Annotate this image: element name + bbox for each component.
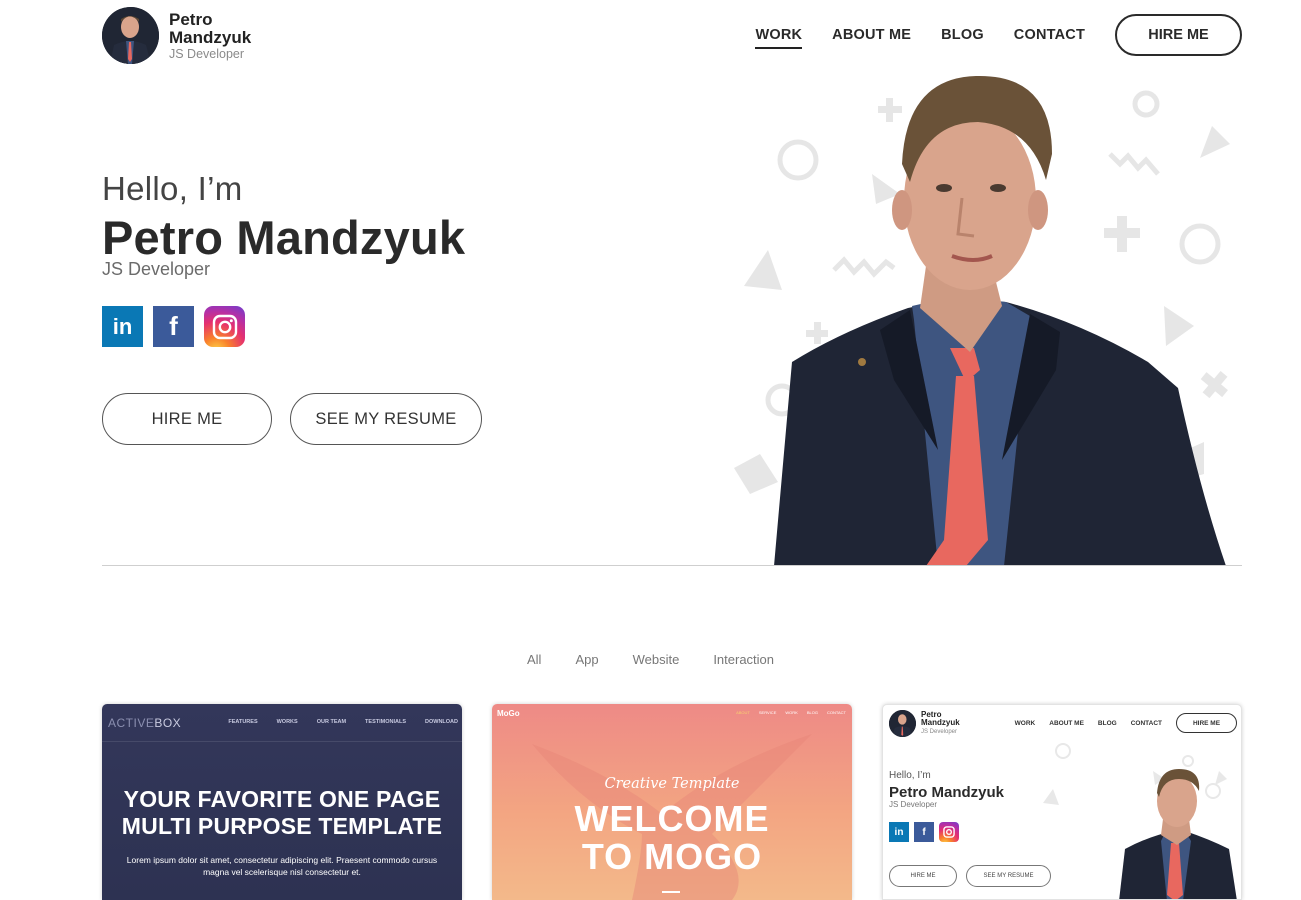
mogo-title: WELCOME TO MOGO bbox=[574, 798, 770, 877]
preview-instagram-icon bbox=[939, 822, 959, 842]
portfolio-card-activebox[interactable]: ACTIVEBOX FEATURES WORKS OUR TEAM TESTIM… bbox=[102, 704, 462, 900]
activebox-logo: ACTIVEBOX bbox=[108, 716, 182, 730]
instagram-icon[interactable] bbox=[204, 306, 245, 347]
site-header: Petro Mandzyuk JS Developer WORK ABOUT M… bbox=[0, 0, 1301, 70]
mogo-nav-item: BLOG bbox=[806, 710, 818, 715]
portfolio-card-personal-site[interactable]: Petro Mandzyuk JS Developer WORK ABOUT M… bbox=[882, 704, 1242, 900]
hire-me-button[interactable]: HIRE ME bbox=[102, 393, 272, 445]
avatar bbox=[102, 7, 159, 64]
header-hire-me-button[interactable]: HIRE ME bbox=[1115, 14, 1242, 56]
filter-website[interactable]: Website bbox=[633, 652, 680, 667]
mogo-nav-item: ABOUT bbox=[736, 710, 750, 715]
filter-all[interactable]: All bbox=[527, 652, 541, 667]
mogo-logo: MoGo bbox=[497, 709, 520, 718]
mogo-nav-item: CONTACT bbox=[826, 710, 846, 715]
hero-name: Petro Mandzyuk bbox=[102, 211, 466, 264]
brand[interactable]: Petro Mandzyuk JS Developer bbox=[102, 7, 265, 64]
nav-contact[interactable]: CONTACT bbox=[1014, 21, 1085, 49]
hero-greeting: Hello, I’m bbox=[102, 170, 243, 207]
section-divider bbox=[102, 565, 1242, 566]
activebox-nav-item: TESTIMONIALS bbox=[365, 719, 406, 725]
preview-socials: in f bbox=[889, 822, 964, 842]
preview-resume-button: SEE MY RESUME bbox=[966, 865, 1051, 887]
brand-role: JS Developer bbox=[169, 46, 245, 61]
hero-portrait bbox=[730, 70, 1242, 566]
hero-role: JS Developer bbox=[102, 259, 211, 279]
activebox-nav: FEATURES WORKS OUR TEAM TESTIMONIALS DOW… bbox=[209, 719, 458, 725]
nav-work[interactable]: WORK bbox=[755, 21, 802, 49]
facebook-icon[interactable]: f bbox=[153, 306, 194, 347]
activebox-title: YOUR FAVORITE ONE PAGE MULTI PURPOSE TEM… bbox=[121, 786, 443, 839]
preview-facebook-icon: f bbox=[914, 822, 934, 842]
nav-about-me[interactable]: ABOUT ME bbox=[832, 21, 911, 49]
mogo-slider-indicator bbox=[662, 891, 680, 893]
portfolio-card-mogo[interactable]: MoGo ABOUT SERVICE WORK BLOG CONTACT Cre… bbox=[492, 704, 852, 900]
preview-role: JS Developer bbox=[889, 800, 938, 809]
portfolio-filters: All App Website Interaction bbox=[0, 652, 1301, 667]
activebox-nav-item: WORKS bbox=[276, 719, 298, 725]
activebox-nav-item: FEATURES bbox=[228, 719, 258, 725]
preview-name: Petro Mandzyuk bbox=[889, 784, 1005, 801]
linkedin-icon[interactable]: in bbox=[102, 306, 143, 347]
preview-portrait bbox=[1113, 765, 1241, 899]
preview-greeting: Hello, I’m bbox=[889, 770, 931, 781]
brand-name: Petro Mandzyuk bbox=[169, 9, 252, 47]
activebox-divider bbox=[102, 741, 462, 742]
mogo-nav: ABOUT SERVICE WORK BLOG CONTACT bbox=[727, 710, 846, 715]
mogo-script-title: Creative Template bbox=[604, 776, 740, 792]
mogo-nav-item: SERVICE bbox=[758, 710, 777, 715]
main-nav: WORK ABOUT ME BLOG CONTACT HIRE ME bbox=[755, 14, 1242, 56]
preview-linkedin-icon: in bbox=[889, 822, 909, 842]
activebox-subtitle: Lorem ipsum dolor sit amet, consectetur … bbox=[126, 855, 438, 877]
social-links: in f bbox=[102, 306, 255, 347]
preview-hire-me-button: HIRE ME bbox=[889, 865, 957, 887]
activebox-nav-item: OUR TEAM bbox=[316, 719, 347, 725]
mogo-nav-item: WORK bbox=[785, 710, 798, 715]
filter-app[interactable]: App bbox=[575, 652, 598, 667]
filter-interaction[interactable]: Interaction bbox=[713, 652, 774, 667]
activebox-nav-item: DOWNLOAD bbox=[425, 719, 458, 725]
nav-blog[interactable]: BLOG bbox=[941, 21, 984, 49]
see-resume-button[interactable]: SEE MY RESUME bbox=[290, 393, 482, 445]
